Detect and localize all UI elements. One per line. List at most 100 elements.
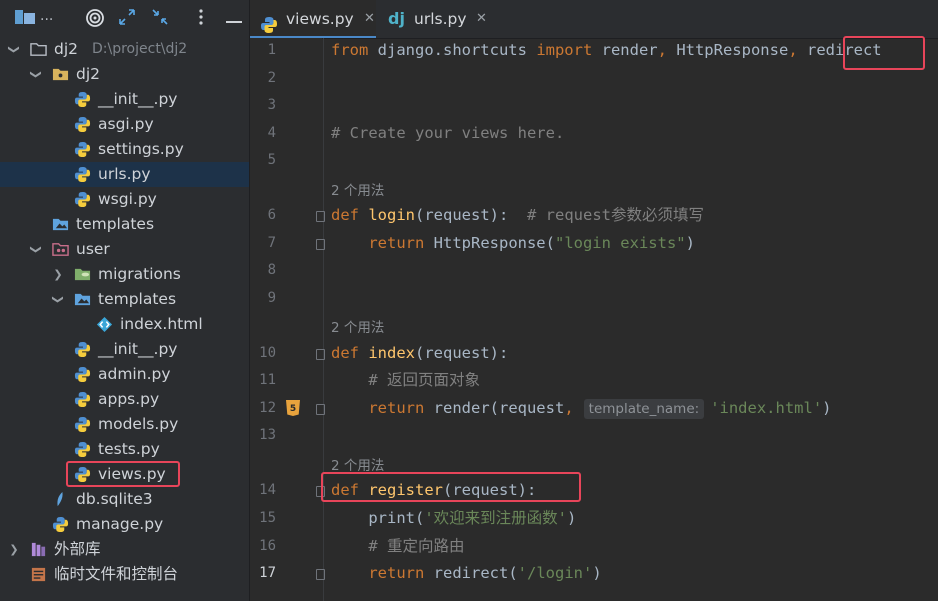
line-number: 15: [259, 510, 276, 526]
tree-item[interactable]: admin.py: [0, 362, 249, 387]
usage-hint[interactable]: 2 个用法: [331, 454, 384, 474]
line-gutter: 1 2 3 4 5 6 7 8 9 10 11 12 13 14 15 16 17: [250, 38, 325, 601]
line-number: 16: [259, 538, 276, 554]
project-path: D:\project\dj2: [92, 41, 188, 57]
html-file-icon: [96, 316, 113, 333]
close-icon[interactable]: ✕: [476, 0, 487, 38]
gutter-separator: [323, 38, 324, 601]
chevron-down-icon[interactable]: ❯: [24, 244, 49, 256]
tree-item[interactable]: ❯ dj2: [0, 62, 249, 87]
tree-item[interactable]: index.html: [0, 312, 249, 337]
tree-item-label: apps.py: [98, 390, 160, 408]
python-file-icon: [74, 141, 91, 158]
tree-item[interactable]: __init__.py: [0, 87, 249, 112]
chevron-down-icon[interactable]: ❯: [24, 69, 49, 81]
close-icon[interactable]: ✕: [364, 0, 375, 38]
line-number: 3: [267, 97, 276, 113]
locate-icon[interactable]: [84, 8, 106, 30]
line-number: 1: [267, 42, 276, 58]
tree-item[interactable]: ❯ 外部库: [0, 537, 249, 562]
python-file-icon: [74, 166, 91, 183]
django-icon: dj: [388, 9, 405, 28]
code-line-12[interactable]: return render(request, template_name:'ind…: [331, 397, 832, 419]
chevron-right-icon[interactable]: ❯: [8, 537, 20, 562]
tree-item-label: tests.py: [98, 440, 160, 458]
expand-all-icon[interactable]: [116, 8, 138, 30]
line-number: 5: [267, 152, 276, 168]
templates-folder-icon: [52, 216, 69, 233]
tree-item[interactable]: ❯ templates: [0, 287, 249, 312]
fold-marker-icon[interactable]: [316, 569, 325, 580]
python-file-icon: [74, 341, 91, 358]
tree-item[interactable]: 临时文件和控制台: [0, 562, 249, 587]
fold-marker-icon[interactable]: [316, 211, 325, 222]
python-file-icon: [74, 91, 91, 108]
python-file-icon: [74, 441, 91, 458]
highlight-box-redirect-import: [843, 36, 925, 70]
code-line-10[interactable]: def index(request):: [331, 342, 508, 364]
tree-item-label: wsgi.py: [98, 190, 157, 208]
tree-item[interactable]: __init__.py: [0, 337, 249, 362]
tab-label: urls.py: [414, 10, 467, 28]
database-file-icon: [52, 491, 69, 508]
tree-item-label: __init__.py: [98, 340, 178, 358]
code-line-6[interactable]: def login(request): # request参数必须填写: [331, 204, 704, 226]
tree-item[interactable]: apps.py: [0, 387, 249, 412]
fold-marker-icon[interactable]: [316, 404, 325, 415]
tree-item[interactable]: urls.py: [0, 162, 249, 187]
line-number: 7: [267, 235, 276, 251]
line-number: 11: [259, 372, 276, 388]
tab-urls-py[interactable]: dj urls.py ✕: [376, 0, 488, 38]
code-line-16[interactable]: # 重定向路由: [331, 535, 464, 557]
tab-views-py[interactable]: views.py ✕: [250, 0, 376, 38]
fold-marker-icon[interactable]: [316, 349, 325, 360]
package-folder-icon: [52, 66, 69, 83]
scratch-icon: [30, 566, 47, 583]
collapse-all-icon[interactable]: [149, 8, 171, 30]
tree-item[interactable]: asgi.py: [0, 112, 249, 137]
tree-item[interactable]: ❯ migrations: [0, 262, 249, 287]
code-line-15[interactable]: print('欢迎来到注册函数'): [331, 507, 576, 529]
tree-item-label: urls.py: [98, 165, 151, 183]
templates-folder-icon: [74, 291, 91, 308]
code-line-4[interactable]: # Create your views here.: [331, 122, 564, 144]
sidebar-toolbar: ...: [0, 0, 249, 38]
chevron-down-icon[interactable]: ❯: [2, 44, 27, 56]
line-number: 4: [267, 125, 276, 141]
line-number: 14: [259, 482, 276, 498]
highlight-box-views-py: [66, 461, 180, 487]
tree-item-label: 临时文件和控制台: [54, 565, 179, 583]
tree-item[interactable]: db.sqlite3: [0, 487, 249, 512]
tree-item-label: dj2: [76, 65, 101, 83]
chevron-down-icon[interactable]: ❯: [46, 294, 71, 306]
python-file-icon: [74, 366, 91, 383]
code-line-17[interactable]: return redirect('/login'): [331, 562, 601, 584]
tree-item[interactable]: templates: [0, 212, 249, 237]
chevron-right-icon[interactable]: ❯: [52, 262, 64, 287]
fold-marker-icon[interactable]: [316, 239, 325, 250]
code-line-1[interactable]: from django.shortcuts import render, Htt…: [331, 39, 882, 61]
project-view-label[interactable]: ...: [40, 8, 53, 24]
tree-item[interactable]: tests.py: [0, 437, 249, 462]
hide-panel-icon[interactable]: [223, 8, 245, 30]
code-line-11[interactable]: # 返回页面对象: [331, 369, 480, 391]
tree-item[interactable]: wsgi.py: [0, 187, 249, 212]
python-file-icon: [74, 391, 91, 408]
options-menu-icon[interactable]: [190, 8, 212, 30]
line-number: 10: [259, 345, 276, 361]
tree-item[interactable]: models.py: [0, 412, 249, 437]
code-line-7[interactable]: return HttpResponse("login exists"): [331, 232, 695, 254]
tree-item[interactable]: ❯ dj2 D:\project\dj2: [0, 37, 249, 62]
tree-item[interactable]: manage.py: [0, 512, 249, 537]
html5-gutter-icon[interactable]: 5: [285, 399, 301, 421]
usage-hint[interactable]: 2 个用法: [331, 316, 384, 336]
line-number: 2: [267, 70, 276, 86]
tree-item[interactable]: ❯ user: [0, 237, 249, 262]
tree-item-label: index.html: [120, 315, 203, 333]
editor-area: views.py ✕ dj urls.py ✕ 1 2 3 4 5 6 7 8 9 10 11 12 1…: [250, 0, 938, 601]
python-file-icon: [52, 516, 69, 533]
tree-item[interactable]: settings.py: [0, 137, 249, 162]
project-view-icon[interactable]: [14, 8, 36, 30]
usage-hint[interactable]: 2 个用法: [331, 179, 384, 199]
svg-text:5: 5: [290, 404, 296, 414]
